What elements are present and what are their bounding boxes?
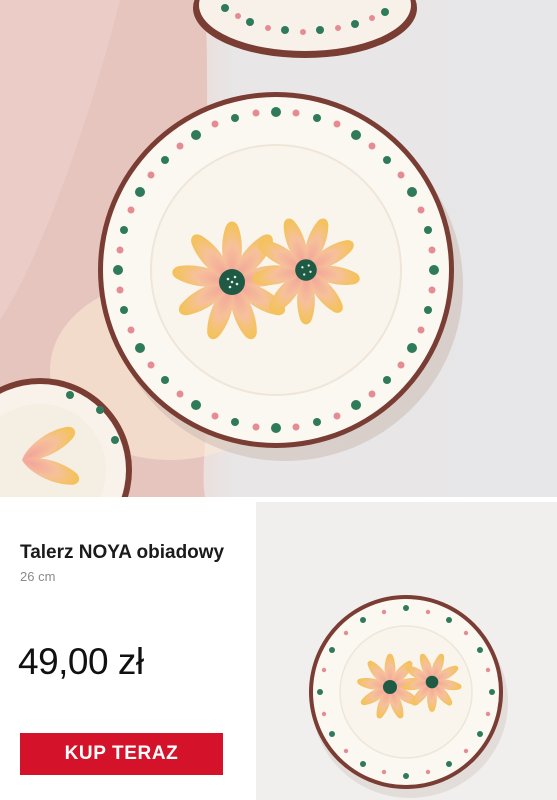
product-name: Talerz NOYA obiadowy xyxy=(20,542,225,563)
product-price: 49,00 zł xyxy=(18,641,144,682)
hero-product-photo xyxy=(0,0,557,497)
buy-now-button[interactable]: KUP TERAZ xyxy=(20,733,223,775)
product-thumbnail xyxy=(256,502,557,800)
product-size: 26 cm xyxy=(20,569,56,584)
